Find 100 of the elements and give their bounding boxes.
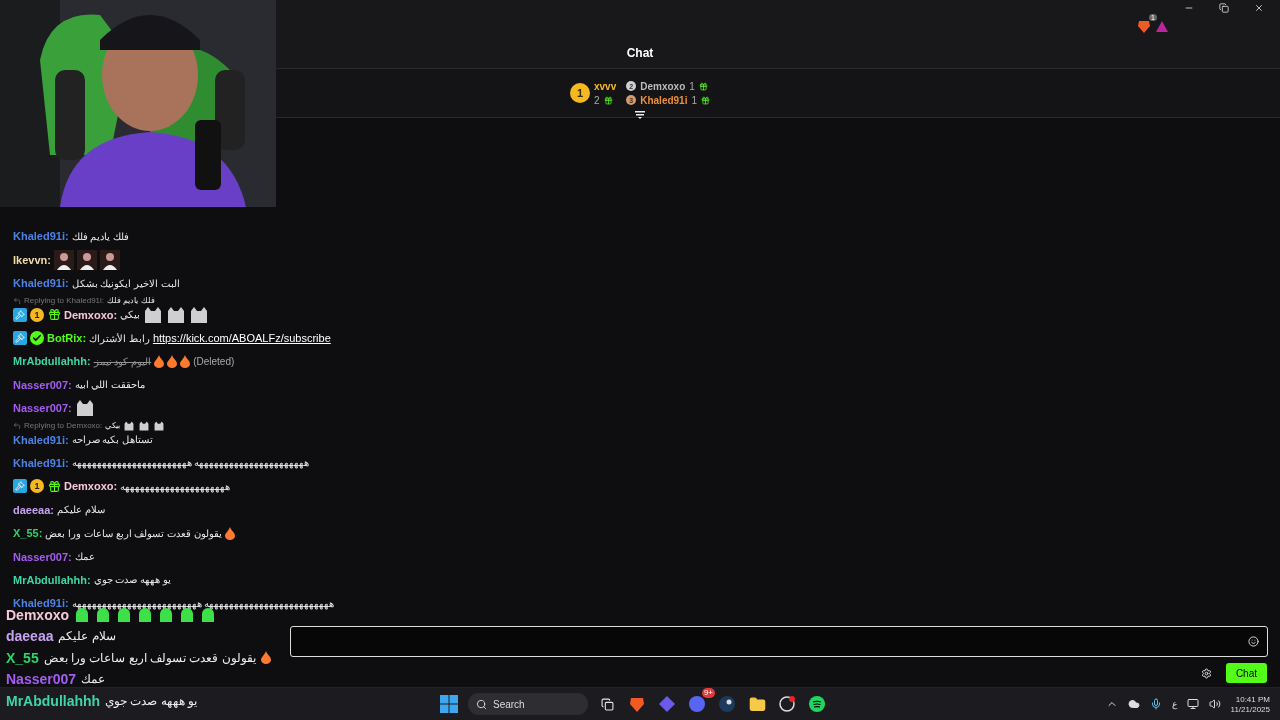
gift-badge xyxy=(47,307,61,322)
chat-username[interactable]: Demxoxo: xyxy=(64,480,118,493)
chat-username[interactable]: Khaled91i: xyxy=(13,277,69,290)
reply-text: بيكي xyxy=(105,421,121,431)
chat-title: Chat xyxy=(626,45,654,60)
expand-icon[interactable] xyxy=(635,111,645,119)
chat-username[interactable]: Nasser007: xyxy=(13,402,72,415)
leaderboard-user: Demxoxo xyxy=(640,80,686,92)
shield-icon[interactable] xyxy=(1137,19,1151,33)
cat-emote-icon xyxy=(166,305,187,324)
overlay-username: X_55 xyxy=(6,649,39,666)
overlay-message: يو هههه صدت جوي xyxy=(105,693,198,708)
chat-username[interactable]: Demxoxo: xyxy=(64,308,118,321)
fire-icon xyxy=(167,354,178,368)
reply-icon xyxy=(13,296,21,305)
chat-username[interactable]: daeeaa: xyxy=(13,503,54,516)
gift-count: 2 xyxy=(593,94,600,106)
close-button[interactable] xyxy=(1253,3,1264,13)
subscriber-badge: 1 xyxy=(30,307,44,322)
cat-emote-icon xyxy=(143,305,164,324)
person-emote-icon xyxy=(53,249,74,270)
chat-username[interactable]: MrAbdullahhh: xyxy=(13,573,91,586)
taskbar-search[interactable]: Search xyxy=(468,693,588,715)
reply-label: Replying to Demxoxo: xyxy=(24,421,103,431)
message-text: يو هههه صدت جوي xyxy=(93,574,171,586)
chat-username[interactable]: Nasser007: xyxy=(13,378,72,391)
chat-username[interactable]: X_55: xyxy=(13,527,43,540)
settings-icon[interactable] xyxy=(1200,667,1212,679)
emoji-icon[interactable] xyxy=(1248,635,1259,647)
message-text: البت الاخير ايكونيك بشكل xyxy=(71,277,180,289)
message-text: عمك xyxy=(74,551,95,562)
reply-label: Replying to Khaled91i: xyxy=(24,296,105,306)
message-text: ماحققت اللي ابيه xyxy=(74,379,146,391)
clock-date[interactable]: 11/21/2025 xyxy=(1230,704,1270,714)
fire-icon xyxy=(225,526,236,540)
moderator-badge xyxy=(13,479,27,494)
fire-icon xyxy=(154,354,165,368)
cat-emote-icon xyxy=(123,420,136,431)
message-text: فلك ياديم فلك xyxy=(71,230,130,242)
overlay-message: عمك xyxy=(81,672,106,687)
overlay-message: سلام عليكم xyxy=(58,629,116,644)
notification-count: 9+ xyxy=(701,688,715,698)
chat-username[interactable]: Nasser007: xyxy=(13,550,72,563)
chat-username[interactable]: BotRix: xyxy=(47,332,87,344)
moderator-badge xyxy=(13,307,27,322)
chat-username[interactable]: Khaled91i: xyxy=(13,230,69,243)
chat-send-button[interactable]: Chat xyxy=(1225,663,1267,683)
microphone-icon[interactable] xyxy=(1149,698,1162,710)
overlay-username: Nasser007 xyxy=(6,671,77,688)
chat-username[interactable]: MrAbdullahhh: xyxy=(13,355,91,368)
message-text: هههههههههههههههههههههههههه هههههههههههههههههههههههههه xyxy=(71,597,335,609)
fire-icon xyxy=(180,354,191,368)
leaderboard-user: Khaled91i xyxy=(640,94,688,106)
verified-badge xyxy=(30,331,44,345)
restore-button[interactable] xyxy=(1218,3,1229,13)
keyboard-language[interactable]: ع xyxy=(1171,699,1177,709)
gift-icon xyxy=(603,95,613,105)
cloud-icon[interactable] xyxy=(1127,698,1140,710)
volume-icon[interactable] xyxy=(1208,698,1221,710)
chat-username[interactable]: Khaled91i: xyxy=(13,433,69,446)
message-text: يقولون قعدت تسولف اربع ساعات ورا بعض xyxy=(45,527,223,539)
gift-badge xyxy=(47,479,61,494)
message-text: سلام عليكم xyxy=(57,504,105,516)
overlay-username: MrAbdullahhh xyxy=(6,692,101,709)
message-text: هههههههههههههههههههههه xyxy=(120,480,231,492)
message-text: رابط الأشتراك xyxy=(89,332,150,344)
moderator-badge xyxy=(13,331,27,345)
chat-username[interactable]: Khaled91i: xyxy=(13,456,69,469)
reply-icon xyxy=(13,421,21,430)
message-text: بيكي xyxy=(120,309,141,321)
message-text: اليوم كود نيمز xyxy=(93,355,152,367)
reply-text: فلك ياديم فلك xyxy=(107,296,155,306)
start-icon[interactable] xyxy=(438,693,460,715)
gift-count: 1 xyxy=(689,80,695,92)
search-icon xyxy=(476,698,487,710)
network-icon[interactable] xyxy=(1186,698,1199,710)
gift-icon xyxy=(701,95,711,105)
message-text: تستاهل بكيه صراحه xyxy=(71,434,154,446)
subscriber-badge: 1 xyxy=(30,479,44,494)
music-icon[interactable] xyxy=(806,693,828,715)
person-emote-icon xyxy=(76,249,97,270)
gift-count: 1 xyxy=(691,94,698,106)
person-emote-icon xyxy=(99,249,120,270)
cat-emote-icon xyxy=(74,399,95,418)
cat-emote-icon xyxy=(138,420,151,431)
search-placeholder: Search xyxy=(493,698,525,710)
message-text: ههههههههههههههههههههههه هههههههههههههههههههههههه xyxy=(71,457,310,469)
message-input[interactable] xyxy=(290,625,1268,657)
subscribe-link[interactable]: https://kick.com/ABOALFz/subscribe xyxy=(152,332,331,344)
chat-username[interactable]: Ikevvn: xyxy=(13,253,51,266)
gift-icon xyxy=(698,81,708,91)
rank-medal: 1 xyxy=(569,83,590,103)
fire-icon xyxy=(260,651,271,665)
cat-emote-icon xyxy=(189,305,210,324)
triangle-icon[interactable] xyxy=(1155,19,1169,33)
cat-emote-icon xyxy=(153,420,166,431)
clock-time[interactable]: 10:41 PM xyxy=(1235,694,1270,704)
deleted-label: (Deleted) xyxy=(193,355,235,367)
leaderboard-user: xvvv xyxy=(593,80,617,92)
overlay-username: daeeaa xyxy=(6,628,54,645)
